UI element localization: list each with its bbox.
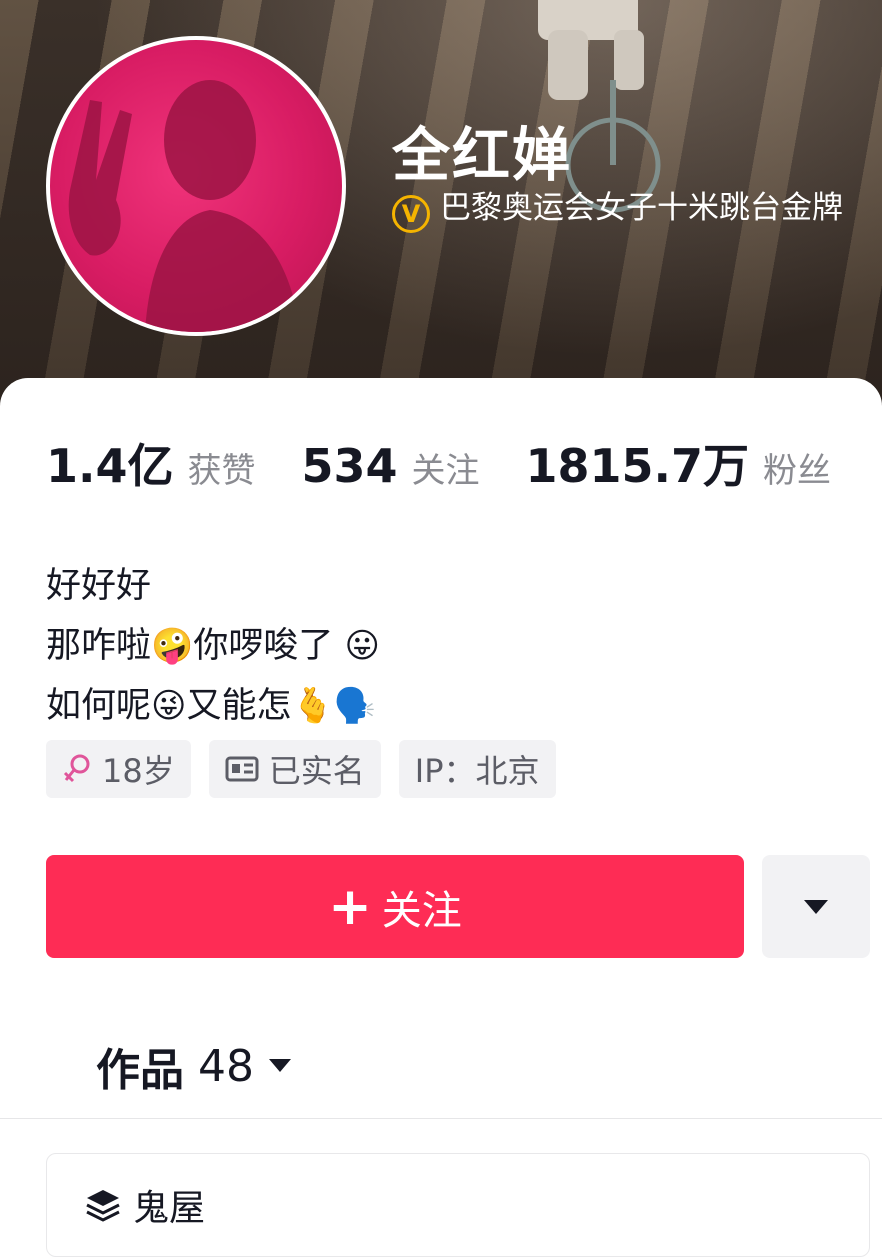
stat-likes-value: 1.4亿 xyxy=(46,439,174,493)
tab-divider xyxy=(0,1118,882,1119)
speaking-head-emoji: 🗣️ xyxy=(333,686,377,726)
bio: 好好好 那咋啦🤪你啰唆了 😛 如何呢😜又能怎🫰🗣️ xyxy=(46,556,846,736)
tag-ip-location: IP：北京 xyxy=(398,740,556,798)
caret-down-icon xyxy=(268,1058,292,1074)
profile-name: 全红婵 xyxy=(392,121,573,189)
stat-followers-value: 1815.7万 xyxy=(525,439,750,493)
zany-face-emoji: 🤪 xyxy=(151,626,194,666)
tag-age-label: 18岁 xyxy=(102,752,175,790)
tag-age: 18岁 xyxy=(46,740,191,798)
follow-button[interactable]: + 关注 xyxy=(46,855,744,958)
bio-text: 你啰唆了 xyxy=(193,626,345,666)
stat-followers[interactable]: 1815.7万 粉丝 xyxy=(526,430,832,496)
collection-label: 鬼屋 xyxy=(133,1188,206,1229)
avatar-silhouette xyxy=(68,80,300,332)
finger-heart-emoji: 🫰 xyxy=(291,686,334,726)
follow-button-label: 关注 xyxy=(381,887,462,934)
stat-followers-label: 粉丝 xyxy=(763,451,832,491)
verified-badge-icon: V xyxy=(392,195,430,233)
tongue-face-emoji: 😛 xyxy=(344,626,380,666)
works-tab-label: 作品 xyxy=(96,1045,184,1096)
caret-down-icon xyxy=(804,899,828,914)
stat-following-label: 关注 xyxy=(411,451,480,491)
bio-line-2: 那咋啦🤪你啰唆了 😛 xyxy=(46,616,846,676)
verification-row: V 巴黎奥运会女子十米跳台金牌 xyxy=(392,184,862,233)
plus-icon: + xyxy=(328,876,372,937)
bio-text: 那咋啦 xyxy=(46,626,152,666)
id-card-icon xyxy=(225,755,259,783)
stat-likes-label: 获赞 xyxy=(187,451,256,491)
more-options-button[interactable] xyxy=(762,855,870,958)
female-icon xyxy=(62,753,92,785)
stat-likes[interactable]: 1.4亿 获赞 xyxy=(46,430,256,496)
stat-following[interactable]: 534 关注 xyxy=(302,439,480,493)
bio-line-3: 如何呢😜又能怎🫰🗣️ xyxy=(46,676,846,736)
works-count: 48 xyxy=(198,1040,254,1092)
bio-text: 又能怎 xyxy=(186,686,292,726)
tag-verified-label: 已实名 xyxy=(268,752,365,790)
collection-item[interactable]: 鬼屋 xyxy=(46,1153,870,1257)
tag-ip-label: IP：北京 xyxy=(414,752,540,790)
stat-following-value: 534 xyxy=(301,439,398,493)
bio-text: 如何呢 xyxy=(46,686,152,726)
tab-works[interactable]: 作品 48 xyxy=(96,1034,292,1098)
verification-text: 巴黎奥运会女子十米跳台金牌 xyxy=(440,190,843,226)
avatar[interactable] xyxy=(46,36,346,336)
tag-verified-identity: 已实名 xyxy=(208,740,381,798)
winking-tongue-emoji: 😜 xyxy=(151,686,187,726)
bio-line-1: 好好好 xyxy=(46,566,152,606)
stats-row: 1.4亿 获赞 534 关注 1815.7万 粉丝 xyxy=(46,430,877,494)
layers-icon xyxy=(85,1188,121,1222)
profile-tags: 18岁 已实名 IP：北京 xyxy=(46,740,574,798)
profile-card xyxy=(0,378,882,1260)
